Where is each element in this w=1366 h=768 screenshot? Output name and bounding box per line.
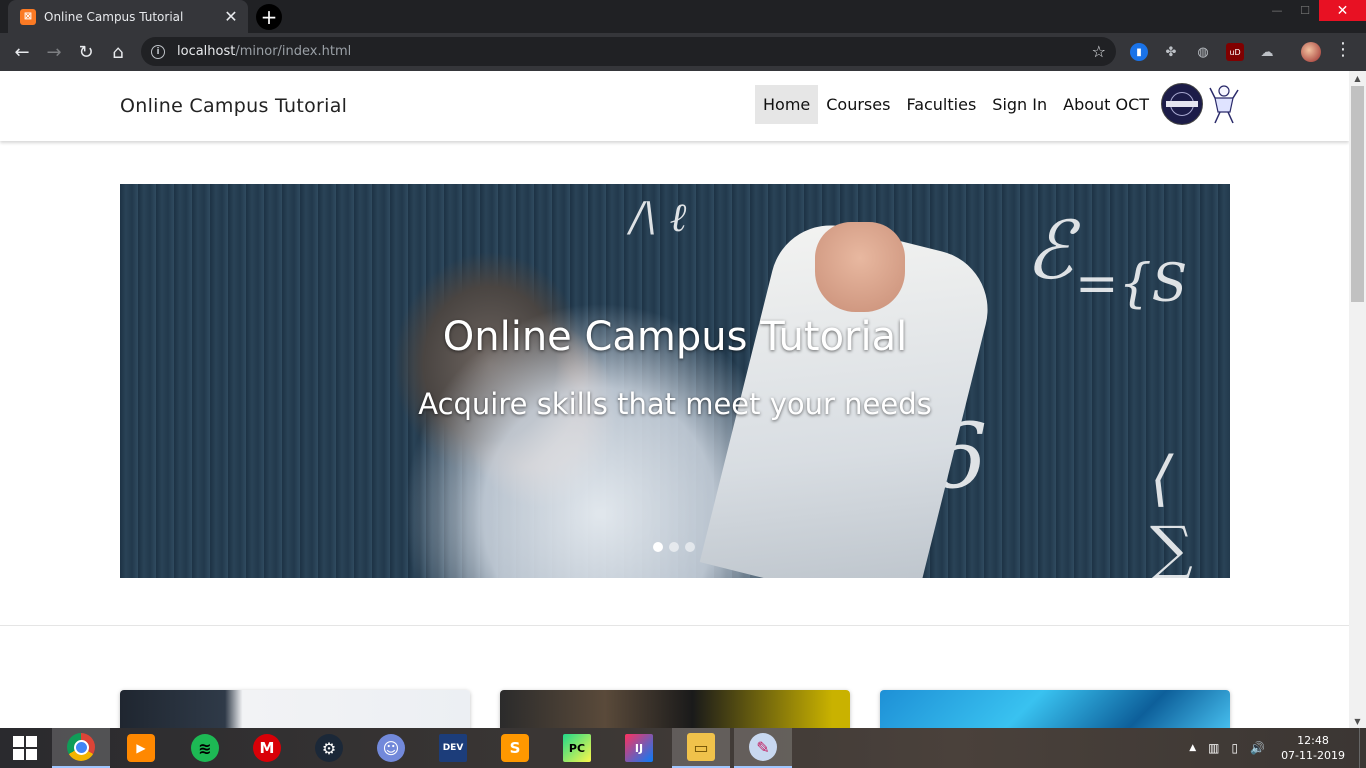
back-button[interactable]: ← bbox=[10, 40, 34, 64]
sublime-text-icon: S bbox=[501, 734, 529, 762]
taskbar-spotify[interactable]: ≋ bbox=[176, 728, 234, 768]
url-host: localhost bbox=[177, 44, 236, 59]
close-tab-icon[interactable]: ✕ bbox=[222, 7, 240, 26]
paint-palette-icon: ✎ bbox=[749, 733, 777, 761]
chalk-scribble: /\ ℓ bbox=[630, 195, 687, 241]
system-tray: ▲ ▥ ▯ 🔊 12:48 07-11-2019 bbox=[1189, 728, 1366, 768]
course-card-image[interactable] bbox=[500, 690, 850, 728]
chalk-scribble: ={S bbox=[1075, 254, 1188, 314]
bookmark-star-icon[interactable]: ☆ bbox=[1092, 42, 1106, 61]
taskbar-vlc[interactable]: ▶ bbox=[112, 728, 170, 768]
teacher-hand bbox=[815, 222, 905, 312]
discord-icon: ☺ bbox=[377, 734, 405, 762]
browser-tab[interactable]: ⊠ Online Campus Tutorial ✕ bbox=[8, 0, 248, 33]
mascot-logo bbox=[1209, 84, 1239, 124]
carousel-title: Online Campus Tutorial bbox=[442, 314, 908, 360]
xampp-icon: ⊠ bbox=[20, 8, 36, 25]
scroll-up-arrow-icon[interactable]: ▲ bbox=[1349, 71, 1366, 85]
taskbar-steam[interactable]: ⚙ bbox=[300, 728, 358, 768]
taskbar-intellij[interactable]: IJ bbox=[610, 728, 668, 768]
tab-title: Online Campus Tutorial bbox=[44, 9, 184, 24]
volume-icon[interactable]: 🔊 bbox=[1250, 741, 1265, 755]
window-controls: — ☐ ✕ bbox=[1263, 0, 1366, 21]
browser-tabstrip: ⊠ Online Campus Tutorial ✕ + — ☐ ✕ bbox=[0, 0, 1366, 33]
profile-avatar[interactable] bbox=[1301, 42, 1321, 62]
page-scrollbar[interactable]: ▲ ▼ bbox=[1349, 71, 1366, 728]
chalk-scribble: ⟨ ∑ bbox=[1150, 444, 1193, 578]
clock-time: 12:48 bbox=[1297, 734, 1329, 747]
show-desktop-button[interactable] bbox=[1359, 728, 1366, 768]
carousel-indicator[interactable] bbox=[669, 542, 679, 552]
clock-date: 07-11-2019 bbox=[1281, 749, 1345, 762]
network-icon[interactable]: ▥ bbox=[1208, 741, 1219, 755]
ublock-extension-icon[interactable]: uD bbox=[1226, 43, 1244, 61]
windows-taskbar: ▶ ≋ M ⚙ ☺ DEV S PC IJ ▭ ✎ ▲ ▥ ▯ 🔊 12:48 … bbox=[0, 728, 1366, 768]
taskbar-chrome[interactable] bbox=[52, 728, 110, 768]
system-clock[interactable]: 12:48 07-11-2019 bbox=[1281, 733, 1345, 763]
taskbar-paint[interactable]: ✎ bbox=[734, 728, 792, 768]
home-button[interactable]: ⌂ bbox=[106, 40, 130, 64]
nav-sign-in[interactable]: Sign In bbox=[984, 85, 1055, 124]
steam-icon: ⚙ bbox=[315, 734, 343, 762]
course-card-image[interactable] bbox=[120, 690, 470, 728]
carousel-indicator[interactable] bbox=[653, 542, 663, 552]
bookmark-extension-icon[interactable]: ▮ bbox=[1130, 43, 1148, 61]
mega-icon: M bbox=[253, 734, 281, 762]
taskbar-file-explorer[interactable]: ▭ bbox=[672, 728, 730, 768]
puzzle-extension-icon[interactable]: ✤ bbox=[1162, 43, 1180, 61]
battery-icon[interactable]: ▯ bbox=[1232, 741, 1239, 755]
tray-chevron-icon[interactable]: ▲ bbox=[1189, 743, 1196, 753]
taskbar-discord[interactable]: ☺ bbox=[362, 728, 420, 768]
lightbulb-extension-icon[interactable]: ◍ bbox=[1194, 43, 1212, 61]
video-player-icon: ▶ bbox=[127, 734, 155, 762]
spotify-icon: ≋ bbox=[191, 734, 219, 762]
new-tab-button[interactable]: + bbox=[256, 4, 282, 30]
intellij-icon: IJ bbox=[625, 734, 653, 762]
hero-carousel[interactable]: ℰ ={S 6 ⟨ ∑ /\ ℓ Online Campus Tutorial … bbox=[120, 184, 1230, 578]
pycharm-icon: PC bbox=[563, 734, 591, 762]
minimize-button[interactable]: — bbox=[1263, 0, 1291, 21]
reload-button[interactable]: ↻ bbox=[74, 40, 98, 64]
address-bar[interactable]: i localhost/minor/index.html ☆ bbox=[141, 37, 1116, 66]
scrollbar-thumb[interactable] bbox=[1351, 86, 1364, 302]
folder-icon: ▭ bbox=[687, 733, 715, 761]
info-icon[interactable]: i bbox=[151, 44, 165, 59]
site-menu: Home Courses Faculties Sign In About OCT bbox=[755, 83, 1239, 125]
forward-button[interactable]: → bbox=[42, 40, 66, 64]
site-navbar: Online Campus Tutorial Home Courses Facu… bbox=[0, 71, 1349, 141]
chalk-scribble: ℰ bbox=[1025, 204, 1074, 297]
site-brand[interactable]: Online Campus Tutorial bbox=[120, 95, 347, 117]
scroll-down-arrow-icon[interactable]: ▼ bbox=[1349, 714, 1366, 728]
chrome-icon bbox=[67, 733, 95, 761]
carousel-indicator[interactable] bbox=[685, 542, 695, 552]
cloud-extension-icon[interactable]: ☁ bbox=[1258, 43, 1276, 61]
taskbar-pycharm[interactable]: PC bbox=[548, 728, 606, 768]
browser-toolbar: ← → ↻ ⌂ i localhost/minor/index.html ☆ ▮… bbox=[0, 33, 1366, 71]
devcpp-icon: DEV bbox=[439, 734, 467, 762]
nav-faculties[interactable]: Faculties bbox=[898, 85, 984, 124]
oct-seal-logo bbox=[1161, 83, 1204, 125]
windows-logo-icon bbox=[13, 736, 37, 760]
carousel-subtitle: Acquire skills that meet your needs bbox=[418, 387, 932, 421]
section-divider bbox=[0, 625, 1349, 626]
taskbar-devcpp[interactable]: DEV bbox=[424, 728, 482, 768]
url-text[interactable]: localhost/minor/index.html bbox=[177, 44, 351, 59]
url-path: /minor/index.html bbox=[235, 44, 352, 59]
carousel-indicators bbox=[653, 542, 701, 552]
page-viewport: Online Campus Tutorial Home Courses Facu… bbox=[0, 71, 1349, 728]
nav-courses[interactable]: Courses bbox=[818, 85, 898, 124]
course-card-image[interactable] bbox=[880, 690, 1230, 728]
browser-menu-icon[interactable]: ⋮ bbox=[1334, 41, 1352, 59]
start-button[interactable] bbox=[0, 728, 50, 768]
taskbar-mega[interactable]: M bbox=[238, 728, 296, 768]
nav-home[interactable]: Home bbox=[755, 84, 819, 124]
taskbar-sublime[interactable]: S bbox=[486, 728, 544, 768]
nav-about-oct[interactable]: About OCT bbox=[1055, 85, 1157, 124]
close-window-button[interactable]: ✕ bbox=[1319, 0, 1366, 21]
maximize-button[interactable]: ☐ bbox=[1291, 0, 1319, 21]
